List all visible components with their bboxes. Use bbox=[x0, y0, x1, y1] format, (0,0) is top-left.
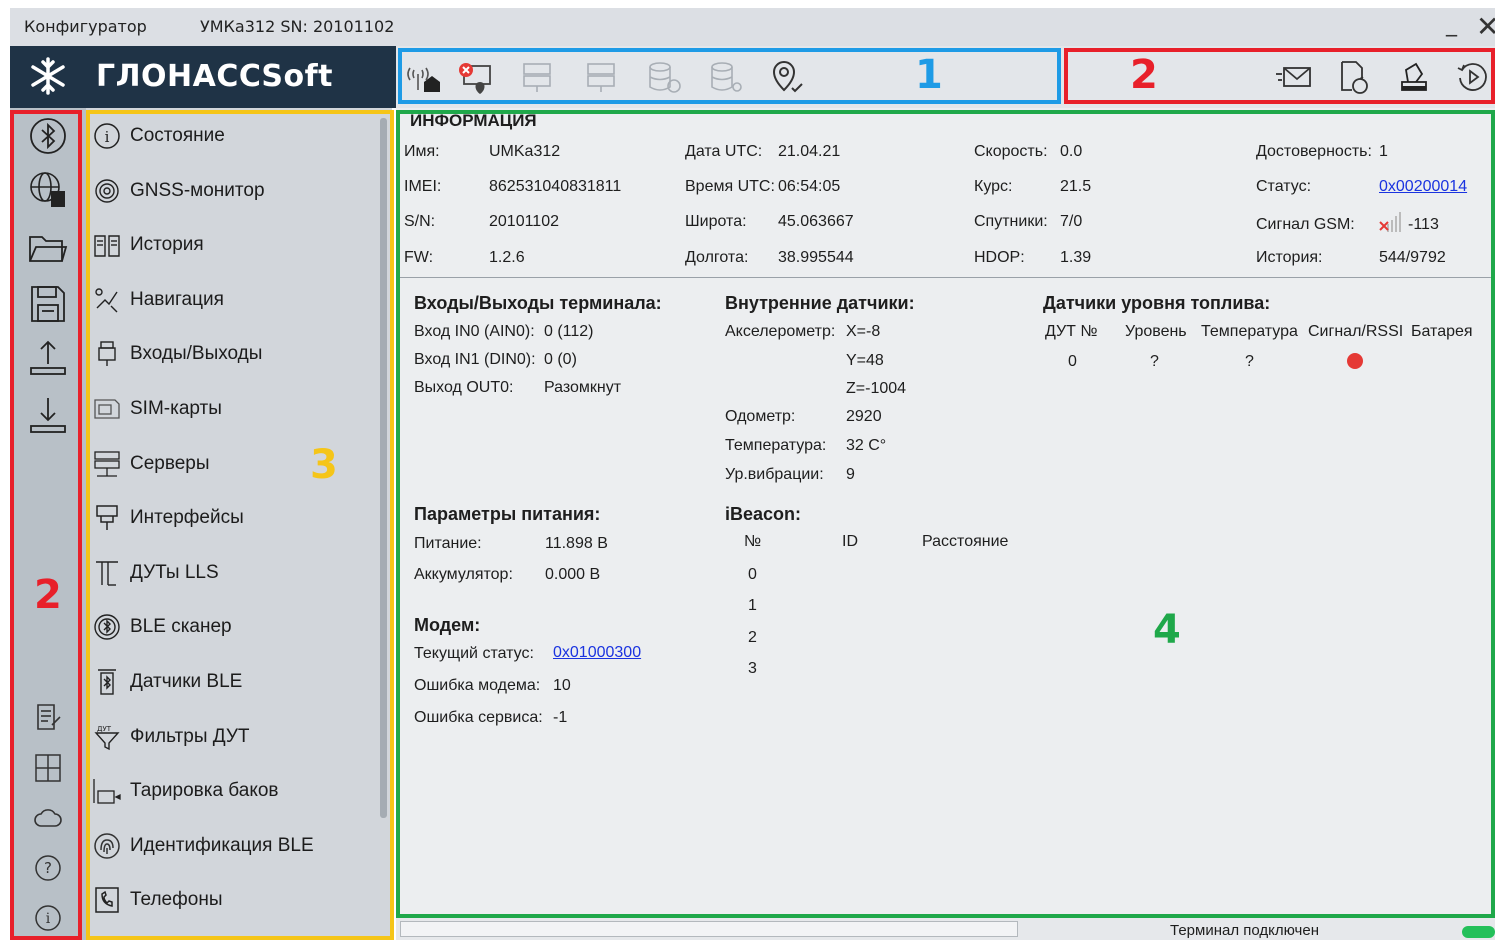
snowflake-logo-icon bbox=[31, 57, 65, 95]
annotation-box-2-top bbox=[1064, 48, 1495, 104]
logo: ГЛОНАССSoft bbox=[10, 46, 396, 108]
annotation-box-2-left bbox=[10, 110, 82, 940]
connection-status: Терминал подключен bbox=[1170, 922, 1319, 939]
app-title: Конфигуратор bbox=[24, 17, 147, 36]
connection-led bbox=[1462, 926, 1495, 938]
annotation-label-4: 4 bbox=[1153, 607, 1181, 653]
minimize-button[interactable]: _ bbox=[1446, 12, 1457, 37]
annotation-box-4 bbox=[396, 110, 1495, 918]
annotation-label-2: 2 bbox=[1130, 52, 1158, 98]
annotation-label-1: 1 bbox=[915, 52, 943, 98]
logo-text: ГЛОНАССSoft bbox=[96, 59, 334, 94]
annotation-box-1 bbox=[398, 48, 1061, 104]
annotation-label-2: 2 bbox=[34, 572, 62, 618]
title-bar: Конфигуратор УМКа312 SN: 20101102 _ ✕ bbox=[10, 8, 1495, 46]
device-title: УМКа312 SN: 20101102 bbox=[200, 17, 395, 36]
progress-bar bbox=[400, 921, 1018, 937]
close-button[interactable]: ✕ bbox=[1476, 10, 1495, 43]
annotation-box-3 bbox=[86, 110, 394, 940]
annotation-label-3: 3 bbox=[310, 442, 338, 488]
